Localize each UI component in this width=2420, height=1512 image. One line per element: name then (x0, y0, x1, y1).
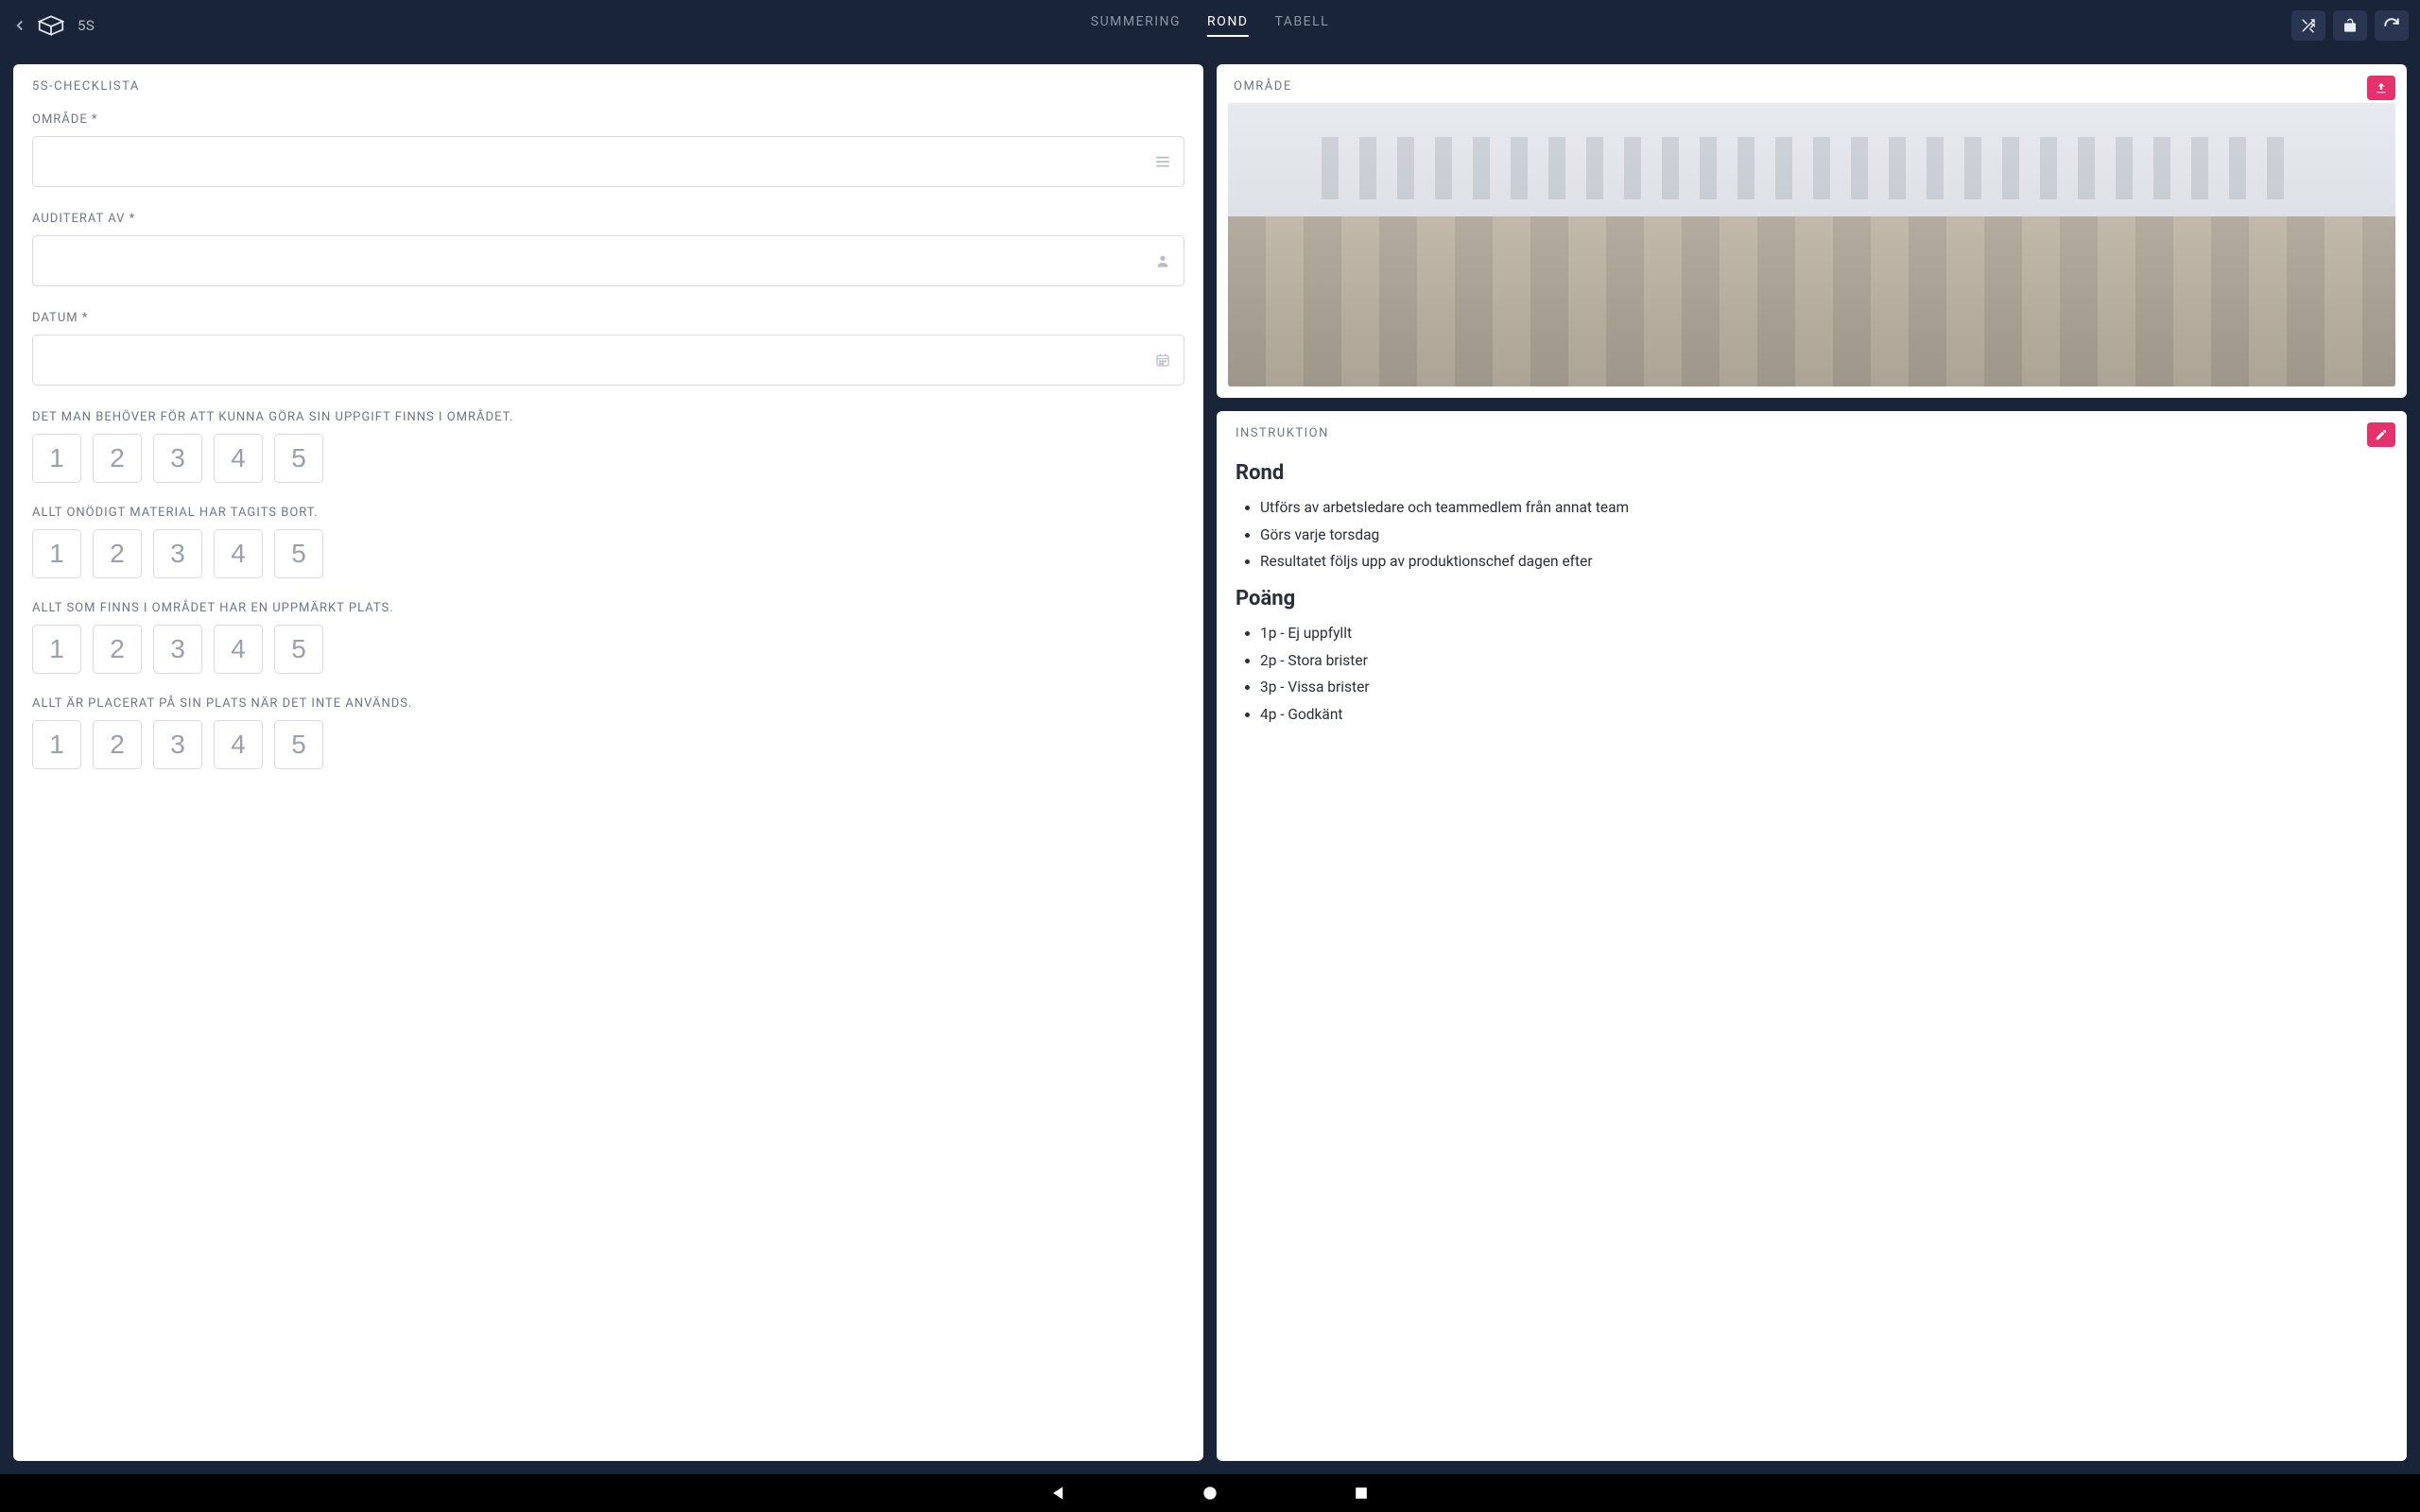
shuffle-button[interactable] (2291, 10, 2325, 41)
tab-tabell[interactable]: TABELL (1274, 14, 1329, 37)
rating-button[interactable]: 5 (274, 720, 323, 769)
list-item: 1p - Ej uppfyllt (1260, 620, 2388, 647)
unlock-button[interactable] (2333, 10, 2367, 41)
menu-icon[interactable] (1154, 153, 1171, 170)
person-icon (1155, 253, 1170, 268)
rating-row: 1 2 3 4 5 (32, 529, 1184, 578)
instruction-list: Utförs av arbetsledare och teammedlem fr… (1236, 494, 2388, 576)
list-item: 3p - Vissa brister (1260, 674, 2388, 701)
rating-row: 1 2 3 4 5 (32, 625, 1184, 674)
question-block: DET MAN BEHÖVER FÖR ATT KUNNA GÖRA SIN U… (32, 404, 1184, 500)
rating-button[interactable]: 4 (214, 625, 263, 674)
main-content: 5S-CHECKLISTA OMRÅDE * AUDITERAT AV * DA… (0, 51, 2420, 1474)
rating-button[interactable]: 1 (32, 625, 81, 674)
instruction-card: INSTRUKTION Rond Utförs av arbetsledare … (1217, 411, 2407, 1461)
area-card-title: OMRÅDE (1234, 79, 2390, 94)
android-recents-button[interactable] (1352, 1484, 1371, 1503)
rating-button[interactable]: 1 (32, 529, 81, 578)
area-image (1228, 103, 2395, 387)
rating-button[interactable]: 5 (274, 529, 323, 578)
upload-button[interactable] (2367, 76, 2395, 100)
topbar-left: 5S (11, 15, 95, 36)
hamburger-icon (1154, 153, 1171, 170)
question-text: ALLT SOM FINNS I OMRÅDET HAR EN UPPMÄRKT… (32, 601, 1184, 615)
rating-button[interactable]: 2 (93, 720, 142, 769)
date-picker[interactable] (1154, 352, 1171, 369)
triangle-back-icon (1049, 1484, 1068, 1503)
shuffle-icon (2300, 17, 2317, 34)
pencil-icon (2375, 428, 2388, 441)
android-home-button[interactable] (1201, 1484, 1219, 1503)
question-block: ALLT ÄR PLACERAT PÅ SIN PLATS NÄR DET IN… (32, 691, 1184, 786)
rating-button[interactable]: 4 (214, 529, 263, 578)
rating-button[interactable]: 3 (153, 625, 202, 674)
circle-home-icon (1201, 1484, 1219, 1503)
instruction-heading: Poäng (1236, 587, 2388, 610)
rating-button[interactable]: 5 (274, 434, 323, 483)
question-block: ALLT SOM FINNS I OMRÅDET HAR EN UPPMÄRKT… (32, 595, 1184, 691)
unlock-icon (2342, 18, 2358, 33)
left-column: 5S-CHECKLISTA OMRÅDE * AUDITERAT AV * DA… (13, 64, 1203, 1461)
audited-field-label: AUDITERAT AV * (32, 212, 1184, 226)
question-text: DET MAN BEHÖVER FÖR ATT KUNNA GÖRA SIN U… (32, 410, 1184, 424)
chevron-left-icon (11, 17, 28, 34)
rating-row: 1 2 3 4 5 (32, 434, 1184, 483)
rating-row: 1 2 3 4 5 (32, 720, 1184, 769)
rating-button[interactable]: 1 (32, 720, 81, 769)
rating-button[interactable]: 3 (153, 529, 202, 578)
instruction-list: 1p - Ej uppfyllt 2p - Stora brister 3p -… (1236, 620, 2388, 729)
rating-button[interactable]: 2 (93, 434, 142, 483)
person-picker[interactable] (1154, 252, 1171, 269)
instruction-body: Rond Utförs av arbetsledare och teammedl… (1236, 454, 2388, 740)
refresh-button[interactable] (2375, 10, 2409, 41)
rating-button[interactable]: 4 (214, 434, 263, 483)
tabs: SUMMERING ROND TABELL (1091, 14, 1329, 37)
checklist-card: 5S-CHECKLISTA OMRÅDE * AUDITERAT AV * DA… (13, 64, 1203, 1461)
instruction-card-title: INSTRUKTION (1236, 426, 2388, 440)
tab-rond[interactable]: ROND (1207, 14, 1248, 37)
question-text: ALLT ONÖDIGT MATERIAL HAR TAGITS BORT. (32, 506, 1184, 520)
audited-field-wrap (32, 235, 1184, 286)
upload-icon (2375, 81, 2388, 94)
right-column: OMRÅDE INSTRUKTION Rond Utförs av arbets… (1217, 64, 2407, 1461)
question-text: ALLT ÄR PLACERAT PÅ SIN PLATS NÄR DET IN… (32, 696, 1184, 711)
box-icon (38, 15, 64, 36)
edit-button[interactable] (2367, 422, 2395, 447)
audited-by-input[interactable] (32, 235, 1184, 286)
topbar-actions (2291, 10, 2409, 41)
refresh-icon (2383, 17, 2400, 34)
area-field-label: OMRÅDE * (32, 112, 1184, 127)
area-card: OMRÅDE (1217, 64, 2407, 398)
tab-summering[interactable]: SUMMERING (1091, 14, 1181, 37)
rating-button[interactable]: 2 (93, 529, 142, 578)
square-recents-icon (1352, 1484, 1371, 1503)
rating-button[interactable]: 4 (214, 720, 263, 769)
android-navbar (0, 1474, 2420, 1512)
topbar: 5S SUMMERING ROND TABELL (0, 0, 2420, 51)
question-block: ALLT ONÖDIGT MATERIAL HAR TAGITS BORT. 1… (32, 500, 1184, 595)
rating-button[interactable]: 3 (153, 720, 202, 769)
area-field-wrap (32, 136, 1184, 187)
rating-button[interactable]: 1 (32, 434, 81, 483)
rating-button[interactable]: 2 (93, 625, 142, 674)
rating-button[interactable]: 5 (274, 625, 323, 674)
list-item: 4p - Godkänt (1260, 701, 2388, 729)
rating-button[interactable]: 3 (153, 434, 202, 483)
date-field-wrap (32, 335, 1184, 386)
checklist-title: 5S-CHECKLISTA (32, 79, 1184, 94)
date-input[interactable] (32, 335, 1184, 386)
app-logo (38, 15, 64, 36)
list-item: Resultatet följs upp av produktionschef … (1260, 548, 2388, 576)
instruction-heading: Rond (1236, 461, 2388, 485)
list-item: Utförs av arbetsledare och teammedlem fr… (1260, 494, 2388, 522)
list-item: Görs varje torsdag (1260, 522, 2388, 549)
android-back-button[interactable] (1049, 1484, 1068, 1503)
area-input[interactable] (32, 136, 1184, 187)
calendar-icon (1155, 352, 1170, 368)
back-button[interactable] (11, 17, 28, 34)
date-field-label: DATUM * (32, 311, 1184, 325)
page-title: 5S (78, 17, 95, 34)
list-item: 2p - Stora brister (1260, 647, 2388, 675)
